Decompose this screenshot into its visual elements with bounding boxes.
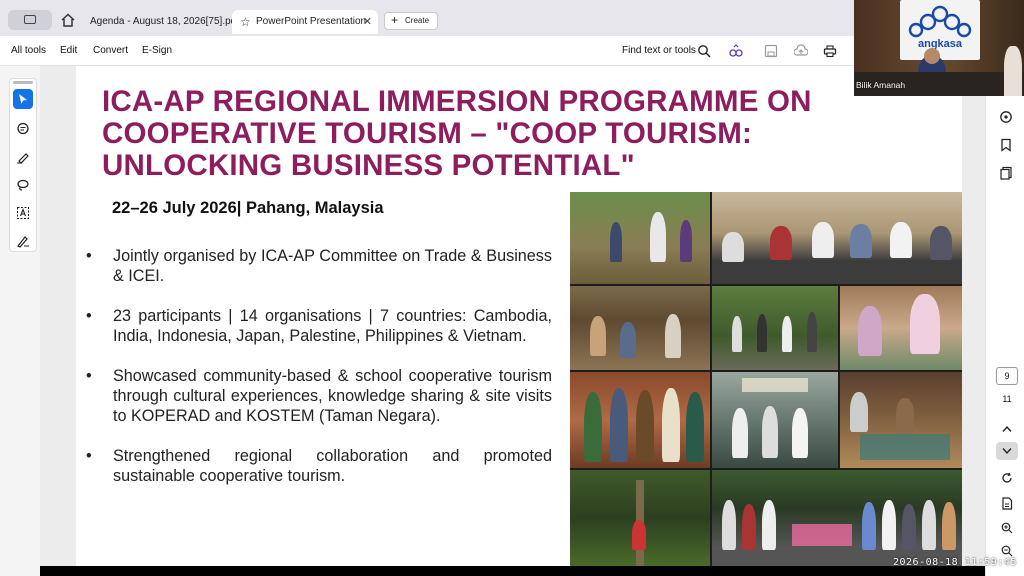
menu-esign[interactable]: E-Sign: [142, 45, 172, 56]
extract-page-button[interactable]: [996, 494, 1018, 512]
slide-title: ICA-AP REGIONAL IMMERSION PROGRAMME ON C…: [102, 85, 812, 182]
create-button[interactable]: + Create: [384, 12, 439, 30]
bullet-item: 23 participants | 14 organisations | 7 c…: [86, 306, 552, 346]
total-pages: 11: [1002, 394, 1012, 404]
select-tool-icon[interactable]: [13, 89, 33, 109]
photo-forest-walk: [712, 286, 838, 370]
create-label: Create: [405, 16, 430, 25]
save-icon[interactable]: [764, 44, 778, 58]
menu-all-tools[interactable]: All tools: [11, 45, 46, 56]
search-icon[interactable]: [697, 44, 711, 58]
photo-canopy-bridge: [570, 470, 710, 566]
window-icon: [24, 15, 36, 24]
logo-text: angkasa: [917, 38, 963, 50]
window-button[interactable]: [8, 10, 52, 30]
document-icon: [1002, 496, 1013, 510]
next-page-button[interactable]: [996, 442, 1018, 460]
bullet-item: Showcased community-based & school coope…: [86, 366, 552, 426]
photo-traditional-dress: [570, 372, 710, 468]
highlight-pen-icon[interactable]: [13, 147, 33, 167]
zoom-in-button[interactable]: [996, 519, 1018, 537]
bullet-item: Jointly organised by ICA-AP Committee on…: [86, 246, 552, 286]
current-page-input[interactable]: 9: [996, 367, 1018, 385]
ai-assistant-icon[interactable]: [729, 44, 743, 58]
zoom-out-icon: [1001, 545, 1013, 557]
left-tool-rail: [0, 66, 40, 576]
photo-handicraft: [840, 372, 962, 468]
photo-group-photo: [712, 470, 962, 566]
tab-powerpoint-presentation[interactable]: ☆ PowerPoint Presentation ✕: [232, 10, 378, 34]
angkasa-logo: angkasa: [900, 0, 980, 60]
draw-lasso-icon[interactable]: [13, 175, 33, 195]
menu-convert[interactable]: Convert: [93, 45, 128, 56]
menu-edit[interactable]: Edit: [60, 45, 77, 56]
zoom-in-icon: [1001, 522, 1013, 534]
pages-icon[interactable]: [999, 166, 1013, 180]
print-icon[interactable]: [823, 44, 837, 58]
quick-tools-panel: [9, 78, 37, 252]
home-icon[interactable]: [60, 12, 76, 28]
photo-group-banner: [712, 372, 838, 468]
previous-page-button[interactable]: [996, 420, 1018, 438]
comment-icon[interactable]: [13, 119, 33, 139]
participant-name: Bilik Amanah: [856, 80, 906, 90]
photo-outdoor-activity: [570, 192, 710, 284]
photo-collage: [570, 192, 962, 566]
comment-panel-icon[interactable]: [999, 110, 1013, 124]
slide-date-location: 22–26 July 2026| Pahang, Malaysia: [112, 199, 384, 217]
photo-meeting: [712, 192, 962, 284]
upload-icon[interactable]: [794, 44, 808, 58]
signature-icon[interactable]: [13, 231, 33, 251]
tab-label: PowerPoint Presentation: [256, 16, 367, 27]
rotate-button[interactable]: [996, 469, 1018, 487]
recording-timestamp: 2026-08-18 11:59:45: [893, 557, 1017, 568]
chevron-down-icon: [1002, 448, 1012, 455]
bullet-item: Strengthened regional collaboration and …: [86, 446, 552, 486]
photo-village-hut: [570, 286, 710, 370]
bullet-list: Jointly organised by ICA-AP Committee on…: [86, 246, 552, 506]
find-text-or-tools[interactable]: Find text or tools: [622, 45, 696, 56]
plus-icon: +: [391, 13, 399, 27]
bookmark-icon[interactable]: [999, 138, 1013, 152]
star-icon[interactable]: ☆: [240, 10, 251, 34]
text-box-icon[interactable]: [13, 203, 33, 223]
slide-page: ICA-AP REGIONAL IMMERSION PROGRAMME ON C…: [76, 66, 962, 566]
rotate-icon: [1002, 472, 1012, 483]
drag-handle[interactable]: [13, 81, 33, 84]
chevron-up-icon: [1002, 425, 1012, 432]
close-icon[interactable]: ✕: [363, 10, 372, 34]
photo-craft-workshop: [840, 286, 962, 370]
tab-agenda[interactable]: Agenda - August 18, 2026[75].pdf: [90, 10, 239, 34]
logo-rings-icon: [908, 5, 972, 38]
